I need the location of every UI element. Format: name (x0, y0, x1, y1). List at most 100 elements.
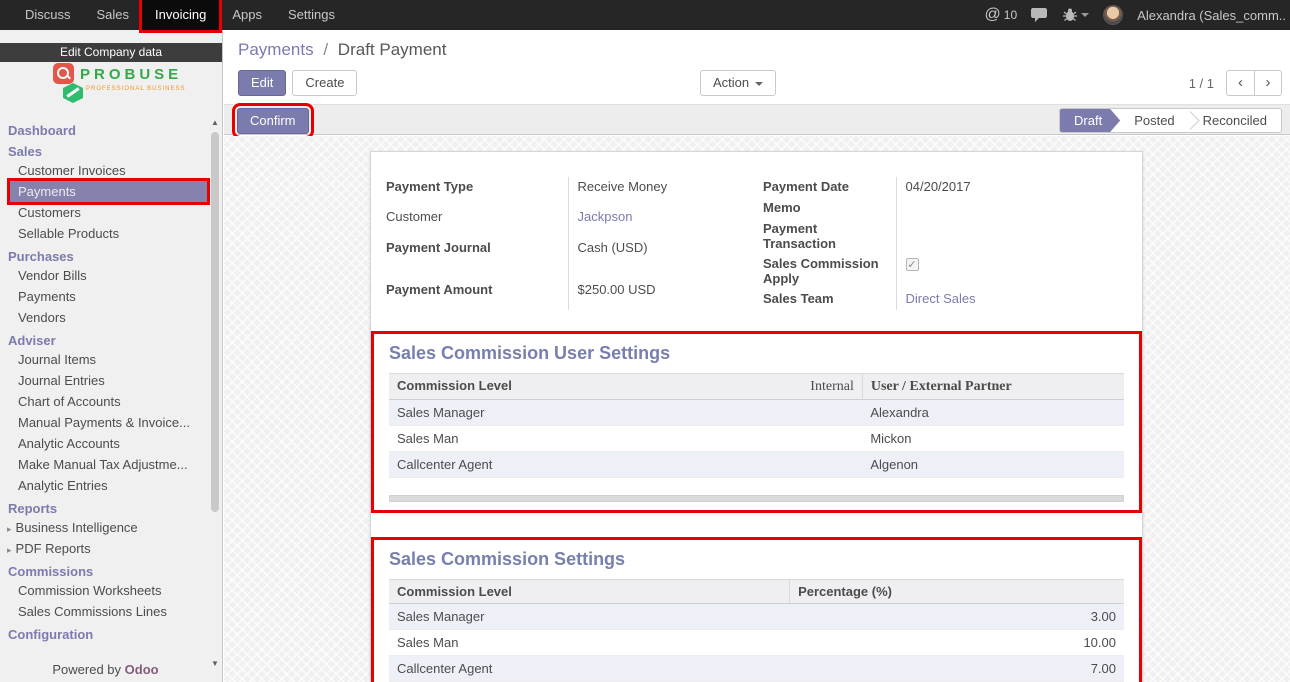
table-row[interactable]: Sales Manager Alexandra (389, 400, 1124, 426)
horizontal-scrollbar[interactable] (389, 495, 1124, 502)
user-settings-table: Commission Level Internal User / Externa… (389, 373, 1124, 478)
confirm-button[interactable]: Confirm (237, 108, 309, 134)
sidebar-scrollbar[interactable]: ▲ ▼ (209, 118, 221, 668)
cell-percentage[interactable]: 7.00 (790, 656, 1124, 682)
cell-user[interactable]: Mickon (862, 426, 1124, 452)
cell-percentage[interactable]: 3.00 (790, 604, 1124, 630)
column-user-external-partner[interactable]: User / External Partner (862, 374, 1124, 400)
sidebar-item-journal-items[interactable]: Journal Items (0, 349, 210, 370)
sidebar-item-analytic-accounts[interactable]: Analytic Accounts (0, 433, 210, 454)
sidebar-item-chart-of-accounts[interactable]: Chart of Accounts (0, 391, 210, 412)
breadcrumb-payments-link[interactable]: Payments (238, 40, 314, 59)
sidebar-section-dashboard[interactable]: Dashboard (0, 118, 210, 139)
commission-settings-title: Sales Commission Settings (389, 549, 1124, 570)
cell-level[interactable]: Sales Man (389, 630, 790, 656)
messages-icon[interactable] (1031, 8, 1049, 22)
sidebar-item-sellable-products[interactable]: Sellable Products (0, 223, 210, 244)
sidebar-item-analytic-entries[interactable]: Analytic Entries (0, 475, 210, 496)
scroll-up-icon[interactable]: ▲ (209, 118, 221, 127)
mentions-counter[interactable]: @ 10 (985, 6, 1018, 24)
table-row[interactable]: Sales Man Mickon (389, 426, 1124, 452)
column-commission-level[interactable]: Commission Level (397, 378, 512, 393)
logo-title: PROBUSE (80, 66, 182, 83)
cell-level[interactable]: Callcenter Agent (389, 656, 790, 682)
cell-level[interactable]: Sales Manager (389, 400, 862, 426)
debug-menu[interactable] (1063, 8, 1089, 22)
edit-button[interactable]: Edit (238, 70, 286, 96)
sidebar-item-manual-payments-invoices[interactable]: Manual Payments & Invoice... (0, 412, 210, 433)
mention-icon: @ (985, 6, 1001, 24)
sidebar-item-commission-worksheets[interactable]: Commission Worksheets (0, 580, 210, 601)
state-draft[interactable]: Draft (1060, 109, 1120, 132)
cell-level[interactable]: Callcenter Agent (389, 452, 862, 478)
cell-user[interactable]: Algenon (862, 452, 1124, 478)
odoo-brand-link[interactable]: Odoo (125, 662, 159, 677)
expand-icon[interactable]: ▸ (7, 540, 12, 559)
menu-discuss[interactable]: Discuss (12, 0, 84, 30)
breadcrumb-separator: / (323, 40, 328, 59)
sidebar-item-payments[interactable]: Payments (10, 181, 207, 202)
statusbar-widget: Draft Posted Reconciled (1059, 108, 1282, 133)
scrollbar-thumb[interactable] (211, 132, 219, 512)
payment-date-label: Payment Date (763, 177, 896, 198)
user-avatar[interactable] (1103, 5, 1123, 25)
app-menu: Discuss Sales Invoicing Apps Settings (12, 0, 348, 30)
sales-team-link[interactable]: Direct Sales (906, 291, 976, 306)
action-dropdown[interactable]: Action (700, 70, 776, 96)
sales-commission-apply-checkbox: ✓ (906, 258, 919, 271)
powered-by: Powered by Odoo (0, 662, 211, 682)
create-button[interactable]: Create (292, 70, 357, 96)
cell-user[interactable]: Alexandra (862, 400, 1124, 426)
pager-count: 1 / 1 (1189, 76, 1214, 91)
table-row[interactable]: Sales Man 10.00 (389, 630, 1124, 656)
company-logo: PROBUSE PROFESSIONAL BUSINESS (0, 62, 222, 116)
expand-icon[interactable]: ▸ (7, 519, 12, 538)
sidebar-item-customer-invoices[interactable]: Customer Invoices (0, 160, 210, 181)
memo-label: Memo (763, 198, 896, 219)
payment-type-label: Payment Type (386, 177, 568, 207)
menu-apps[interactable]: Apps (219, 0, 275, 30)
state-posted[interactable]: Posted (1120, 109, 1188, 132)
customer-label: Customer (386, 207, 568, 237)
sidebar-item-sales-commissions-lines[interactable]: Sales Commissions Lines (0, 601, 210, 622)
edit-company-data-button[interactable]: Edit Company data (0, 43, 222, 62)
column-commission-level[interactable]: Commission Level (389, 580, 790, 604)
sidebar-item-business-intelligence[interactable]: ▸Business Intelligence (0, 517, 210, 538)
pager-next-button[interactable]: › (1254, 70, 1282, 96)
pager-previous-button[interactable]: ‹ (1226, 70, 1254, 96)
sidebar-item-journal-entries[interactable]: Journal Entries (0, 370, 210, 391)
payment-transaction-value (896, 219, 1127, 254)
sidebar-section-purchases: Purchases (0, 244, 210, 265)
powered-by-text: Powered by (52, 662, 121, 677)
sidebar-item-make-manual-tax-adjustments[interactable]: Make Manual Tax Adjustme... (0, 454, 210, 475)
sales-commission-apply-label: Sales Commission Apply (763, 254, 896, 289)
cell-percentage[interactable]: 10.00 (790, 630, 1124, 656)
sidebar: Edit Company data PROBUSE PROFESSIONAL B… (0, 30, 223, 682)
menu-invoicing[interactable]: Invoicing (142, 0, 219, 30)
cell-level[interactable]: Sales Manager (389, 604, 790, 630)
payment-journal-value: Cash (USD) (568, 238, 749, 268)
table-row[interactable]: Sales Manager 3.00 (389, 604, 1124, 630)
sidebar-nav: Dashboard Sales Customer Invoices Paymen… (0, 118, 210, 662)
customer-link[interactable]: Jackpson (578, 209, 633, 224)
column-internal: Internal (810, 379, 854, 395)
state-reconciled[interactable]: Reconciled (1189, 109, 1281, 132)
sidebar-item-vendors[interactable]: Vendors (0, 307, 210, 328)
user-settings-title: Sales Commission User Settings (389, 343, 1124, 364)
sidebar-item-payments-purchases[interactable]: Payments (0, 286, 210, 307)
sidebar-item-customers[interactable]: Customers (0, 202, 210, 223)
cell-level[interactable]: Sales Man (389, 426, 862, 452)
table-row[interactable]: Callcenter Agent 7.00 (389, 656, 1124, 682)
sidebar-item-pdf-reports[interactable]: ▸PDF Reports (0, 538, 210, 559)
payment-form-fields: Payment Type Receive Money Customer Jack… (386, 177, 1127, 310)
user-menu[interactable]: Alexandra (Sales_comm.. (1137, 8, 1286, 23)
column-percentage[interactable]: Percentage (%) (790, 580, 1124, 604)
payment-journal-label: Payment Journal (386, 238, 568, 268)
sidebar-item-vendor-bills[interactable]: Vendor Bills (0, 265, 210, 286)
menu-settings[interactable]: Settings (275, 0, 348, 30)
table-row[interactable]: Callcenter Agent Algenon (389, 452, 1124, 478)
sales-commission-settings-section: Sales Commission Settings Commission Lev… (371, 537, 1142, 682)
menu-sales[interactable]: Sales (84, 0, 143, 30)
pager: 1 / 1 ‹ › (1189, 70, 1282, 96)
payment-amount-label: Payment Amount (386, 280, 568, 310)
